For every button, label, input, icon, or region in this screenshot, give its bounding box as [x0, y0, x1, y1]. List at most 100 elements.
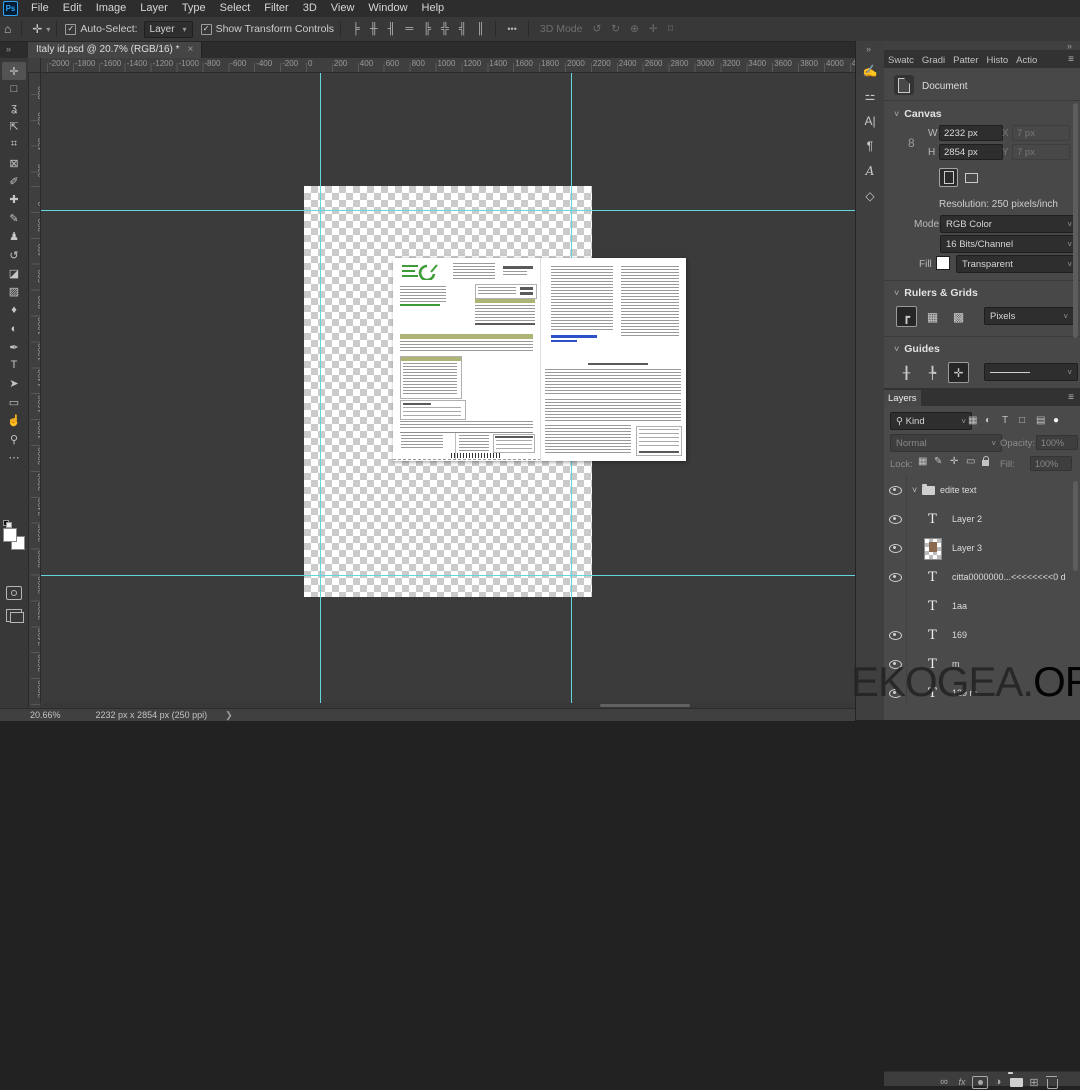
brush-tool[interactable]: ✎ — [2, 209, 26, 227]
lock-guides-icon[interactable]: ✛ — [948, 362, 969, 383]
guide-horizontal-1[interactable] — [28, 210, 855, 211]
properties-scrollbar[interactable] — [1073, 103, 1078, 338]
lock-position-icon[interactable]: ✛ — [950, 456, 958, 467]
layer-row[interactable]: T 1aa — [884, 592, 1080, 622]
height-field[interactable]: 2854 px — [939, 144, 1003, 160]
type-layer-thumbnail[interactable]: T — [924, 567, 941, 588]
menu-select[interactable]: Select — [213, 0, 258, 17]
landscape-orientation-button[interactable] — [962, 168, 981, 187]
type-layer-thumbnail[interactable]: T — [924, 509, 941, 530]
document-tab[interactable]: Italy id.psd @ 20.7% (RGB/16) * × — [28, 41, 203, 58]
clone-stamp-tool[interactable]: ♟ — [2, 228, 26, 246]
lock-all-icon[interactable] — [982, 456, 989, 466]
link-layers-icon[interactable]: ∞ — [940, 1076, 948, 1088]
zoom-level[interactable]: 20.66% — [30, 710, 61, 720]
menu-filter[interactable]: Filter — [257, 0, 295, 17]
ruler-toggle-icon[interactable]: ┏ — [896, 306, 917, 327]
layer-style-icon[interactable]: fx — [958, 1077, 965, 1087]
brush-settings-panel-icon[interactable]: ⚍ — [856, 86, 884, 106]
menu-type[interactable]: Type — [175, 0, 213, 17]
new-guide-icon[interactable]: ╂ — [896, 362, 917, 383]
hand-tool[interactable]: ☝ — [2, 412, 26, 430]
guide-horizontal-2[interactable] — [28, 575, 855, 576]
collapse-toolbar-icon[interactable]: » — [6, 44, 11, 54]
screen-mode-button[interactable] — [6, 609, 24, 623]
fill-swatch[interactable] — [936, 256, 950, 270]
collapse-dock-icon[interactable]: » — [1067, 41, 1072, 51]
canvas-section-header[interactable]: ˅ Canvas — [894, 108, 942, 120]
filter-toggle-icon[interactable]: ● — [1053, 415, 1059, 426]
canvas-area[interactable] — [28, 72, 855, 708]
filter-type-layers-icon[interactable]: T — [1002, 415, 1008, 426]
menu-image[interactable]: Image — [89, 0, 134, 17]
glyphs-panel-icon[interactable]: A — [856, 161, 884, 181]
bill-document-image[interactable] — [393, 258, 686, 461]
crop-tool[interactable]: ⌗ — [2, 136, 26, 154]
lock-artboard-icon[interactable]: ▭ — [966, 456, 975, 467]
units-dropdown[interactable]: Pixels ˅ — [984, 307, 1074, 325]
move-tool[interactable]: ✛ — [2, 62, 26, 80]
new-group-icon[interactable] — [1009, 1077, 1023, 1087]
foreground-color-swatch[interactable] — [3, 528, 17, 542]
menu-view[interactable]: View — [324, 0, 362, 17]
marquee-tool[interactable]: □ — [2, 80, 26, 98]
blur-tool[interactable]: ♦ — [2, 301, 26, 319]
bit-depth-dropdown[interactable]: 16 Bits/Channel ˅ — [940, 235, 1078, 253]
visibility-toggle[interactable] — [884, 621, 907, 649]
type-layer-thumbnail[interactable]: T — [924, 625, 941, 646]
distribute-v-icon[interactable]: ║ — [472, 23, 490, 35]
3d-orbit-icon[interactable]: ↺ — [587, 23, 606, 35]
shape-tool[interactable]: ▭ — [2, 393, 26, 411]
object-selection-tool[interactable]: ⇱ — [2, 117, 26, 135]
align-right-icon[interactable]: ╢ — [383, 23, 401, 35]
menu-layer[interactable]: Layer — [133, 0, 175, 17]
auto-select-target-dropdown[interactable]: Layer ▾ — [143, 20, 193, 38]
align-left-icon[interactable]: ╞ — [347, 23, 365, 35]
visibility-toggle[interactable] — [884, 592, 907, 620]
home-icon[interactable]: ⌂ — [0, 22, 15, 36]
width-field[interactable]: 2232 px — [939, 125, 1003, 141]
guide-style-dropdown[interactable]: ˅ — [984, 363, 1078, 381]
distribute-left-icon[interactable]: ╠ — [418, 23, 436, 35]
paragraph-panel-icon[interactable]: ¶ — [856, 136, 884, 156]
delete-layer-icon[interactable] — [1045, 1075, 1058, 1089]
layer-filter-dropdown[interactable]: ⚲ Kind ˅ — [890, 412, 972, 430]
move-tool-preset-icon[interactable]: ✛ — [28, 22, 46, 36]
image-layer-thumbnail[interactable] — [924, 538, 942, 560]
status-arrow-icon[interactable]: ❯ — [225, 710, 233, 721]
3d-camera-icon[interactable]: ⌑ — [663, 23, 678, 35]
rulers-grids-section-header[interactable]: ˅ Rulers & Grids — [894, 287, 978, 299]
layer-row[interactable]: Layer 3 — [884, 534, 1080, 564]
lock-pixels-icon[interactable]: ✎ — [934, 456, 942, 467]
layer-row[interactable]: T Layer 2 — [884, 505, 1080, 535]
visibility-toggle[interactable] — [884, 476, 907, 504]
eyedropper-tool[interactable]: ✐ — [2, 172, 26, 190]
pixel-grid-toggle-icon[interactable]: ▩ — [948, 306, 969, 327]
menu-edit[interactable]: Edit — [56, 0, 89, 17]
filter-pixel-layers-icon[interactable]: ▦ — [968, 415, 977, 426]
character-panel-icon[interactable]: A| — [856, 111, 884, 131]
guide-vertical-1[interactable] — [320, 72, 321, 708]
distribute-center-icon[interactable]: ╬ — [436, 23, 454, 35]
align-center-h-icon[interactable]: ╫ — [365, 23, 383, 35]
color-swatches[interactable] — [3, 520, 25, 550]
group-chevron-icon[interactable]: ˅ — [912, 485, 917, 495]
layer-row[interactable]: Tcitta0000000...<<<<<<<<0 d — [884, 563, 1080, 593]
lock-transparent-icon[interactable]: ▦ — [918, 456, 927, 467]
menu-window[interactable]: Window — [361, 0, 414, 17]
visibility-toggle[interactable] — [884, 505, 907, 533]
layers-menu-icon[interactable]: ≡ — [1068, 392, 1074, 403]
lasso-tool[interactable]: ʓ — [2, 99, 26, 117]
healing-brush-tool[interactable]: ✚ — [2, 191, 26, 209]
layer-mask-icon[interactable] — [972, 1075, 988, 1089]
grid-toggle-icon[interactable]: ▦ — [922, 306, 943, 327]
quick-mask-button[interactable] — [6, 586, 22, 600]
3d-pan-icon[interactable]: ⊕ — [625, 23, 644, 35]
layers-scrollbar[interactable] — [1073, 481, 1078, 571]
layer-row[interactable]: ˅ edite text — [884, 476, 1080, 506]
fill-dropdown[interactable]: Transparent ˅ — [956, 255, 1078, 273]
zoom-tool[interactable]: ⚲ — [2, 430, 26, 448]
type-tool[interactable]: T — [2, 356, 26, 374]
gradient-tool[interactable]: ▨ — [2, 283, 26, 301]
mode-dropdown[interactable]: RGB Color ˅ — [940, 215, 1078, 233]
